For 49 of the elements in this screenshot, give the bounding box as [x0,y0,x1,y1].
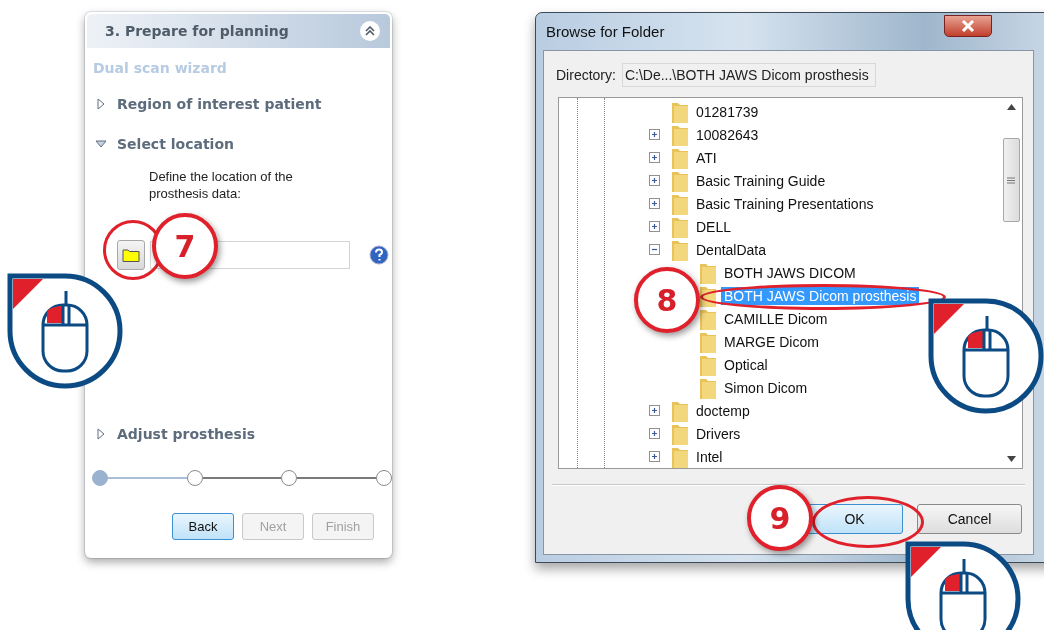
collapse-button[interactable] [360,21,380,41]
scroll-up-icon[interactable] [1006,104,1016,110]
folder-item[interactable]: DELL [693,217,735,236]
section-title[interactable]: Region of interest patient [117,96,322,112]
help-icon[interactable] [369,245,389,265]
folder-item[interactable]: Basic Training Presentations [693,194,877,213]
folder-item[interactable]: MARGE Dicom [721,332,822,351]
panel-title: 3. Prepare for planning [105,23,289,39]
wizard-button[interactable]: Back [172,513,234,540]
plus-icon[interactable] [649,198,660,209]
folder-item[interactable]: DentalData [693,240,770,259]
plus-icon[interactable] [649,428,660,439]
directory-label: Directory: [556,67,616,83]
plus-icon[interactable] [649,405,660,416]
browse-folder-button[interactable] [117,240,145,270]
minus-icon[interactable] [649,244,660,255]
plus-icon[interactable] [649,129,660,140]
expanded-arrow-icon[interactable] [95,138,107,150]
dialog-title: Browse for Folder [546,23,665,40]
collapsed-arrow-icon[interactable] [95,428,107,440]
section-title[interactable]: Select location [117,136,234,152]
dialog-button[interactable]: Cancel [917,504,1022,534]
folder-item[interactable]: Intel [693,447,726,466]
folder-item[interactable]: CAMILLE Dicom [721,309,831,328]
folder-item[interactable]: Drivers [693,424,744,443]
directory-value: C:\De...\BOTH JAWS Dicom prosthesis [621,63,876,87]
close-icon [961,19,975,32]
folder-item[interactable]: Simon Dicom [721,378,811,397]
section-title[interactable]: Adjust prosthesis [117,426,256,442]
plus-icon[interactable] [649,152,660,163]
plus-icon[interactable] [649,221,660,232]
plus-icon[interactable] [649,175,660,186]
collapsed-arrow-icon[interactable] [95,98,107,110]
wizard-subtitle: Dual scan wizard [93,60,227,76]
folder-icon [122,248,140,262]
scroll-down-icon[interactable] [1006,456,1016,462]
folder-item[interactable]: BOTH JAWS DICOM [721,263,859,282]
double-chevron-up-icon [365,26,375,36]
folder-item[interactable]: Optical [721,355,771,374]
folder-item[interactable]: 01281739 [693,102,762,121]
scroll-thumb[interactable] [1002,138,1020,222]
folder-item[interactable]: ATI [693,148,720,167]
folder-item[interactable]: doctemp [693,401,753,420]
grip-icon [1007,176,1015,184]
folder-item[interactable]: 10082643 [693,125,762,144]
folder-item[interactable]: Basic Training Guide [693,171,829,190]
close-button[interactable] [944,14,992,37]
plus-icon[interactable] [649,451,660,462]
section-description: Define the location of the prosthesis data: [149,168,294,202]
